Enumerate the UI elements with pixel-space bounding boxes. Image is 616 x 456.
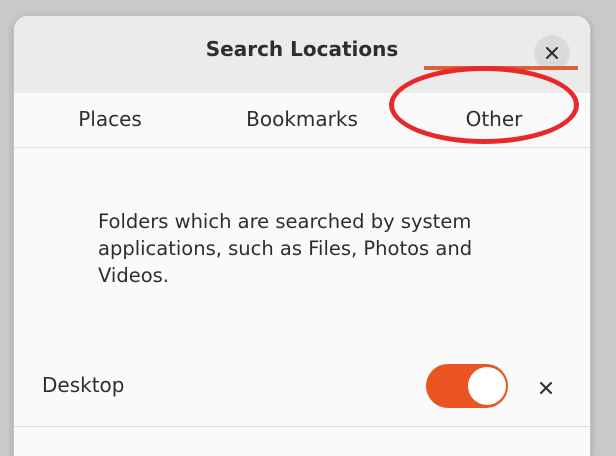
toggle-knob: [468, 367, 506, 405]
description-text: Folders which are searched by system app…: [98, 210, 473, 287]
tab-label: Places: [78, 107, 142, 131]
desktop-toggle[interactable]: [426, 364, 508, 408]
tab-label: Bookmarks: [246, 107, 358, 131]
highlight-annotation-circle: [389, 66, 579, 144]
dialog-title: Search Locations: [205, 37, 399, 61]
remove-location-button[interactable]: [534, 376, 558, 400]
remove-icon: [540, 382, 552, 394]
close-icon: [546, 47, 558, 59]
location-label: Desktop: [42, 373, 125, 397]
tab-places[interactable]: Places: [14, 93, 206, 147]
tab-bookmarks[interactable]: Bookmarks: [206, 93, 398, 147]
location-row-desktop: Desktop: [14, 356, 590, 427]
